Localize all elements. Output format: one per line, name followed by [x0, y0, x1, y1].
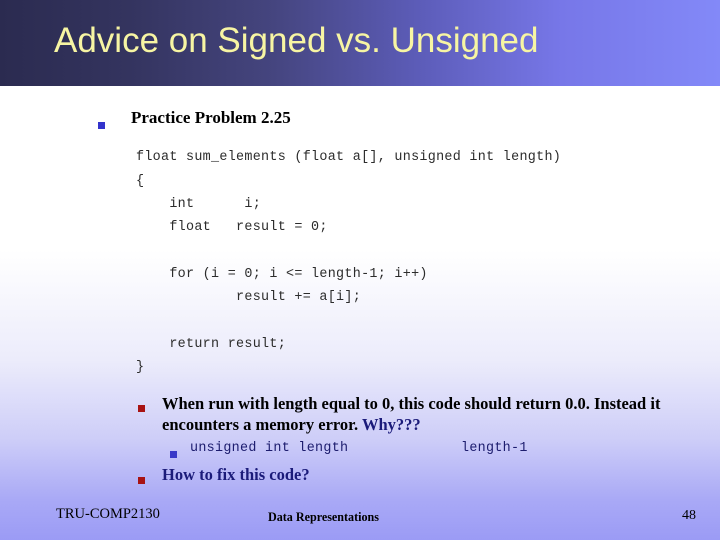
blue-square-bullet-icon — [98, 117, 105, 135]
footer-topic: Data Representations — [268, 509, 379, 524]
code-block: float sum_elements (float a[], unsigned … — [136, 150, 562, 376]
how-to-fix-text: How to fix this code? — [162, 465, 310, 484]
red-square-bullet-icon — [138, 400, 145, 418]
problem-note-text: When run with length equal to 0, this co… — [162, 393, 678, 435]
length-minus-one-code: length-1 — [461, 441, 528, 456]
footer-page-number: 48 — [682, 508, 696, 523]
unsigned-int-length-code: unsigned int length — [190, 441, 349, 456]
practice-problem-label: Practice Problem 2.25 — [131, 108, 291, 127]
slide-title: Advice on Signed vs. Unsigned — [54, 21, 539, 60]
problem-note-emphasis: Why??? — [361, 415, 421, 434]
footer-course-code: TRU-COMP2130 — [56, 506, 160, 522]
slide: Advice on Signed vs. Unsigned Practice P… — [0, 0, 720, 540]
blue-square-bullet-icon — [170, 446, 177, 464]
red-square-bullet-icon — [138, 472, 145, 490]
